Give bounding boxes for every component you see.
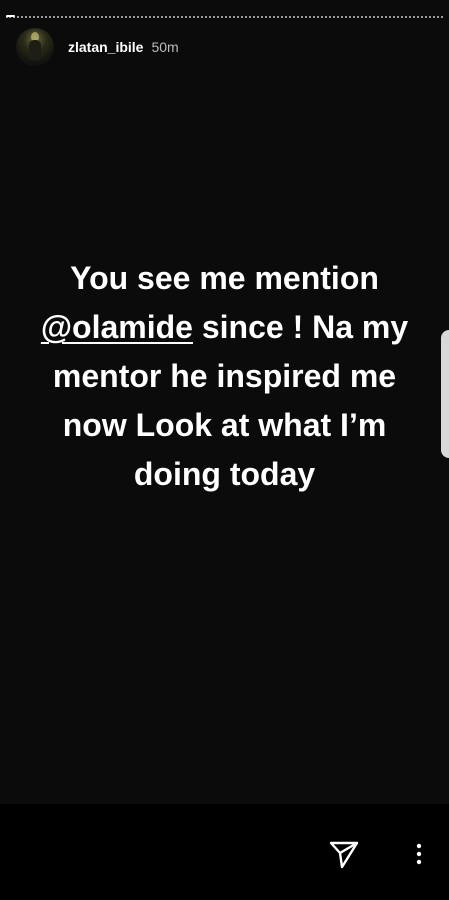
- story-footer: [0, 804, 449, 900]
- more-vertical-icon: [416, 843, 422, 865]
- edge-panel-handle[interactable]: [441, 330, 449, 458]
- avatar[interactable]: [16, 28, 54, 66]
- timestamp: 50m: [151, 39, 179, 55]
- username[interactable]: zlatan_ibile: [68, 39, 143, 55]
- story-caption: You see me mention @olamide since ! Na m…: [20, 254, 429, 499]
- story-progress-track: [6, 16, 443, 18]
- story-progress-bar: [6, 15, 15, 17]
- avatar-figure: [29, 40, 41, 60]
- more-options-button[interactable]: [405, 836, 433, 872]
- story-viewer[interactable]: zlatan_ibile 50m You see me mention @ola…: [0, 0, 449, 900]
- send-button[interactable]: [326, 836, 362, 872]
- story-header: zlatan_ibile 50m: [16, 28, 179, 66]
- mention-link[interactable]: @olamide: [41, 309, 193, 345]
- caption-text-start: You see me mention: [70, 260, 379, 296]
- send-icon: [329, 841, 359, 869]
